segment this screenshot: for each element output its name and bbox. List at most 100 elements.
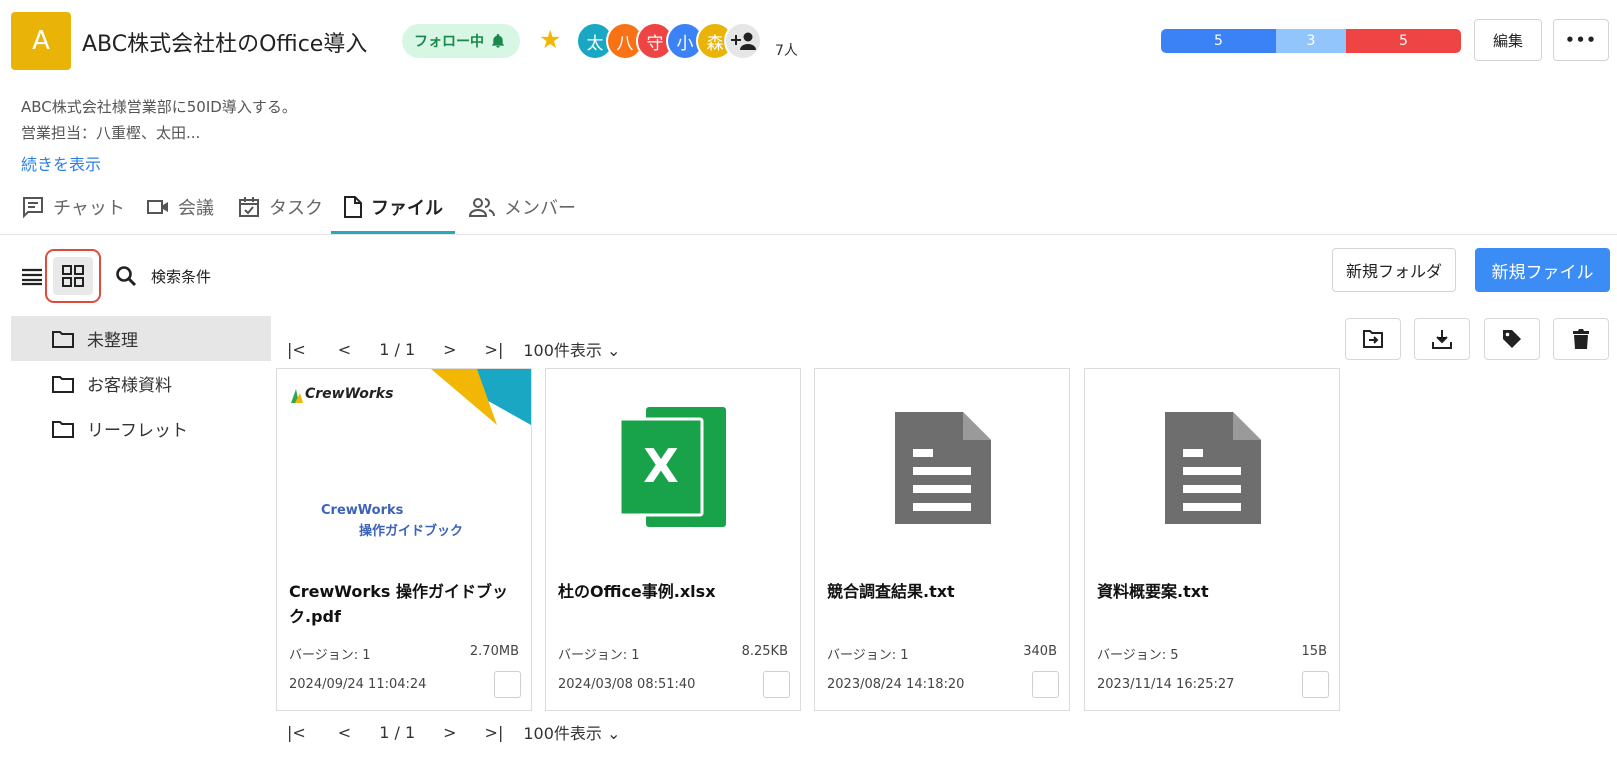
next-page-icon[interactable]: > — [443, 723, 456, 742]
prev-page-icon[interactable]: < — [338, 340, 351, 359]
project-initial: A — [32, 26, 50, 56]
grid-view-icon — [62, 265, 84, 287]
thumbnail-brand-logo: CrewWorks — [305, 386, 394, 402]
file-size: 2.70MB — [469, 644, 519, 659]
first-page-icon[interactable]: |< — [287, 723, 306, 742]
tag-button[interactable] — [1484, 318, 1540, 360]
follow-button[interactable]: フォロー中 — [402, 24, 520, 58]
chat-icon — [23, 197, 43, 219]
file-name[interactable]: 資料概要案.txt — [1097, 579, 1329, 604]
file-thumbnail: X — [546, 369, 800, 564]
tab-divider — [0, 234, 1617, 235]
list-view-icon — [22, 268, 42, 286]
edit-button[interactable]: 編集 — [1474, 19, 1542, 61]
folder-icon — [52, 330, 74, 348]
video-icon — [147, 200, 168, 214]
next-page-icon[interactable]: > — [443, 340, 456, 359]
list-view-button[interactable] — [21, 266, 43, 290]
delete-button[interactable] — [1553, 318, 1609, 360]
prev-page-icon[interactable]: < — [338, 723, 351, 742]
file-card[interactable]: X 杜のOffice事例.xlsx バージョン: 1 8.25KB 2024/03… — [545, 368, 801, 711]
file-card[interactable]: CrewWorks CrewWorks 操作ガイドブック CrewWorks 操… — [276, 368, 532, 711]
trash-icon — [1573, 329, 1589, 349]
file-select-checkbox[interactable] — [494, 671, 521, 698]
folder-icon — [52, 375, 74, 393]
show-more-link[interactable]: 続きを表示 — [21, 151, 101, 175]
file-select-checkbox[interactable] — [763, 671, 790, 698]
new-folder-button[interactable]: 新規フォルダ — [1332, 248, 1456, 292]
file-thumbnail — [1085, 369, 1339, 564]
file-version: バージョン: 1 — [558, 648, 640, 663]
status-count-segment[interactable]: 5 — [1346, 29, 1461, 53]
grid-view-button-bg — [53, 257, 93, 295]
file-date: 2023/08/24 14:18:20 — [827, 677, 965, 692]
file-name[interactable]: 競合調査結果.txt — [827, 579, 1059, 604]
folder-item[interactable]: 未整理 — [11, 316, 271, 361]
file-version: バージョン: 5 — [1097, 648, 1179, 663]
file-select-checkbox[interactable] — [1302, 671, 1329, 698]
file-version: バージョン: 1 — [289, 648, 371, 663]
status-count-bar[interactable]: 5 3 5 — [1161, 29, 1461, 53]
calendar-check-icon — [239, 197, 259, 217]
tab-files[interactable]: ファイル — [343, 194, 443, 220]
file-card[interactable]: 競合調査結果.txt バージョン: 1 340B 2023/08/24 14:18… — [814, 368, 1070, 711]
search-conditions-label[interactable]: 検索条件 — [151, 266, 211, 287]
file-meta: バージョン: 1 340B — [827, 644, 1057, 663]
status-count-segment[interactable]: 3 — [1276, 29, 1346, 53]
last-page-icon[interactable]: >| — [485, 723, 504, 742]
first-page-icon[interactable]: |< — [287, 340, 306, 359]
description-line: 営業担当：八重樫、太田... — [21, 124, 201, 142]
svg-text:X: X — [643, 439, 678, 493]
add-person-icon — [731, 32, 756, 50]
folder-item[interactable]: リーフレット — [11, 406, 271, 451]
search-button[interactable] — [114, 264, 138, 292]
move-button[interactable] — [1345, 318, 1401, 360]
document-icon — [1165, 412, 1261, 524]
file-meta: バージョン: 1 2.70MB — [289, 644, 519, 663]
tab-task[interactable]: タスク — [237, 194, 323, 220]
per-page-select[interactable]: 100件表示 ⌄ — [523, 337, 620, 361]
status-count-segment[interactable]: 5 — [1161, 29, 1276, 53]
add-member-button[interactable] — [724, 22, 762, 60]
tab-meeting[interactable]: 会議 — [146, 194, 214, 220]
file-thumbnail — [815, 369, 1069, 564]
last-page-icon[interactable]: >| — [485, 340, 504, 359]
download-button[interactable] — [1414, 318, 1470, 360]
tab-members[interactable]: メンバー — [468, 194, 576, 220]
thumbnail-title-line: 操作ガイドブック — [359, 524, 464, 539]
members-icon — [468, 198, 495, 217]
project-avatar: A — [11, 12, 71, 70]
file-size: 340B — [1023, 644, 1057, 659]
file-card[interactable]: 資料概要案.txt バージョン: 5 15B 2023/11/14 16:25:2… — [1084, 368, 1340, 711]
download-icon — [1432, 330, 1452, 349]
file-thumbnail: CrewWorks CrewWorks 操作ガイドブック — [277, 369, 531, 564]
bell-icon — [492, 34, 504, 48]
favorite-star-icon[interactable]: ★ — [539, 26, 561, 54]
file-select-checkbox[interactable] — [1032, 671, 1059, 698]
search-icon — [116, 266, 137, 287]
file-date: 2023/11/14 16:25:27 — [1097, 677, 1235, 692]
follow-label: フォロー中 — [414, 34, 484, 50]
file-name[interactable]: CrewWorks 操作ガイドブック.pdf — [289, 579, 521, 629]
folder-icon — [52, 420, 74, 438]
tab-chat[interactable]: チャット — [21, 194, 125, 220]
move-to-folder-icon — [1363, 330, 1383, 348]
file-size: 8.25KB — [741, 644, 788, 659]
grid-view-button[interactable] — [45, 249, 101, 303]
new-file-button[interactable]: 新規ファイル — [1475, 248, 1610, 292]
more-options-button[interactable]: ••• — [1553, 19, 1609, 61]
file-date: 2024/03/08 08:51:40 — [558, 677, 696, 692]
pagination-bottom: |< < 1 / 1 > >| 100件表示 ⌄ — [287, 720, 620, 744]
page-title: ABC株式会社杜のOffice導入 — [82, 32, 368, 57]
thumbnail-title-line: CrewWorks — [321, 503, 404, 518]
folder-item[interactable]: お客様資料 — [11, 361, 271, 406]
document-icon — [895, 412, 991, 524]
active-tab-indicator — [331, 231, 455, 234]
file-version: バージョン: 1 — [827, 648, 909, 663]
file-date: 2024/09/24 11:04:24 — [289, 677, 427, 692]
pagination-top: |< < 1 / 1 > >| 100件表示 ⌄ — [287, 337, 620, 361]
page-indicator: 1 / 1 — [379, 339, 416, 359]
file-name[interactable]: 杜のOffice事例.xlsx — [558, 579, 790, 604]
per-page-select[interactable]: 100件表示 ⌄ — [523, 720, 620, 744]
description-line: ABC株式会社様営業部に50ID導入する。 — [21, 98, 297, 116]
